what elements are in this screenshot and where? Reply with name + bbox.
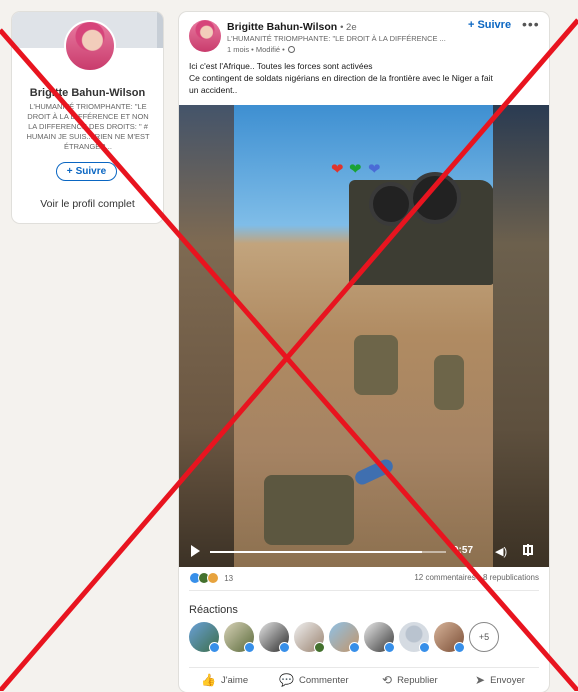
reactor-avatar[interactable] bbox=[224, 622, 255, 653]
more-reactors-button[interactable]: +5 bbox=[469, 622, 499, 652]
connection-degree: • 2e bbox=[340, 22, 357, 33]
repost-label: Republier bbox=[397, 674, 438, 686]
volume-icon[interactable]: ◀) bbox=[495, 545, 507, 558]
author-avatar[interactable] bbox=[189, 20, 221, 52]
post-text: Ici c'est l'Afrique.. Toutes les forces … bbox=[189, 60, 541, 96]
profile-headline: L'HUMANITÉ TRIOMPHANTE: "LE DROIT À LA D… bbox=[26, 102, 150, 151]
author-headline: L'HUMANITÉ TRIOMPHANTE: "LE DROIT À LA D… bbox=[227, 34, 446, 43]
comment-icon: 💬 bbox=[279, 673, 294, 687]
post-time: 1 mois • Modifié • bbox=[227, 45, 285, 54]
globe-icon bbox=[287, 46, 295, 53]
reactions-title: Réactions bbox=[189, 604, 238, 616]
boot bbox=[352, 457, 396, 487]
like-button[interactable]: 👍 J'aime bbox=[201, 673, 248, 687]
profile-follow-label: Suivre bbox=[75, 166, 107, 177]
play-icon[interactable] bbox=[191, 545, 200, 557]
post-follow-button[interactable]: + Suivre bbox=[468, 19, 511, 31]
plus-icon: + bbox=[66, 166, 73, 177]
divider bbox=[189, 667, 539, 668]
plus-icon: + bbox=[468, 19, 475, 31]
reaction-count[interactable]: 13 bbox=[224, 574, 233, 583]
more-options-icon[interactable]: ••• bbox=[522, 16, 540, 32]
video-blur-left bbox=[179, 105, 234, 567]
send-icon: ➤ bbox=[475, 673, 486, 687]
reactor-avatar[interactable] bbox=[434, 622, 465, 653]
comment-button[interactable]: 💬 Commenter bbox=[279, 673, 349, 687]
reactor-avatar[interactable] bbox=[294, 622, 325, 653]
divider bbox=[189, 590, 539, 591]
social-counts: 13 12 commentaires • 8 republications bbox=[189, 572, 539, 584]
comment-label: Commenter bbox=[298, 674, 349, 686]
author-name[interactable]: Brigitte Bahun-Wilson bbox=[227, 21, 337, 33]
fullscreen-icon[interactable] bbox=[523, 544, 533, 556]
author-line: Brigitte Bahun-Wilson • 2e bbox=[227, 21, 357, 33]
reaction-icons[interactable] bbox=[189, 572, 219, 584]
reactor-avatar[interactable] bbox=[329, 622, 360, 653]
soldier-figure bbox=[354, 335, 398, 395]
video-blur-right bbox=[493, 105, 549, 567]
profile-name[interactable]: Brigitte Bahun-Wilson bbox=[12, 87, 163, 99]
video-time: 0:57 bbox=[453, 545, 474, 556]
reactor-avatar[interactable] bbox=[259, 622, 290, 653]
video-player[interactable]: ❤ ❤ ❤ 0:57 ◀) bbox=[179, 105, 549, 567]
overturned-vehicle bbox=[349, 172, 493, 285]
send-label: Envoyer bbox=[490, 674, 525, 686]
reactor-avatar[interactable] bbox=[399, 622, 430, 653]
progress-bar[interactable] bbox=[210, 551, 446, 553]
view-full-profile-link[interactable]: Voir le profil complet bbox=[12, 198, 163, 210]
profile-card: Brigitte Bahun-Wilson L'HUMANITÉ TRIOMPH… bbox=[12, 12, 163, 223]
repost-button[interactable]: ⟲ Republier bbox=[382, 673, 438, 687]
reactor-avatar[interactable] bbox=[364, 622, 395, 653]
post-text-line: un accident.. bbox=[189, 85, 238, 95]
progress-fill bbox=[210, 551, 423, 553]
heart-icon: ❤ bbox=[368, 161, 381, 178]
heart-icon: ❤ bbox=[349, 161, 362, 178]
video-controls: 0:57 ◀) bbox=[179, 535, 549, 567]
post-meta: 1 mois • Modifié • bbox=[227, 45, 295, 54]
reactors-list: +5 bbox=[189, 622, 499, 653]
soldier-figure bbox=[434, 355, 464, 410]
thumbs-up-icon: 👍 bbox=[201, 673, 216, 687]
profile-follow-button[interactable]: + Suivre bbox=[56, 162, 117, 181]
post-text-line: Ce contingent de soldats nigérians en di… bbox=[189, 73, 493, 83]
post-text-line: Ici c'est l'Afrique.. Toutes les forces … bbox=[189, 61, 373, 71]
repost-icon: ⟲ bbox=[382, 673, 393, 687]
reactor-avatar[interactable] bbox=[189, 622, 220, 653]
comments-reposts-count[interactable]: 12 commentaires • 8 republications bbox=[414, 573, 539, 582]
post-card: Brigitte Bahun-Wilson • 2e L'HUMANITÉ TR… bbox=[179, 12, 549, 692]
send-button[interactable]: ➤ Envoyer bbox=[475, 673, 525, 687]
post-follow-label: Suivre bbox=[477, 19, 512, 31]
like-label: J'aime bbox=[220, 674, 249, 686]
heart-icon: ❤ bbox=[331, 161, 344, 178]
insightful-reaction-icon bbox=[207, 572, 219, 584]
video-frame: ❤ ❤ ❤ bbox=[234, 105, 493, 567]
profile-avatar[interactable] bbox=[64, 20, 116, 72]
